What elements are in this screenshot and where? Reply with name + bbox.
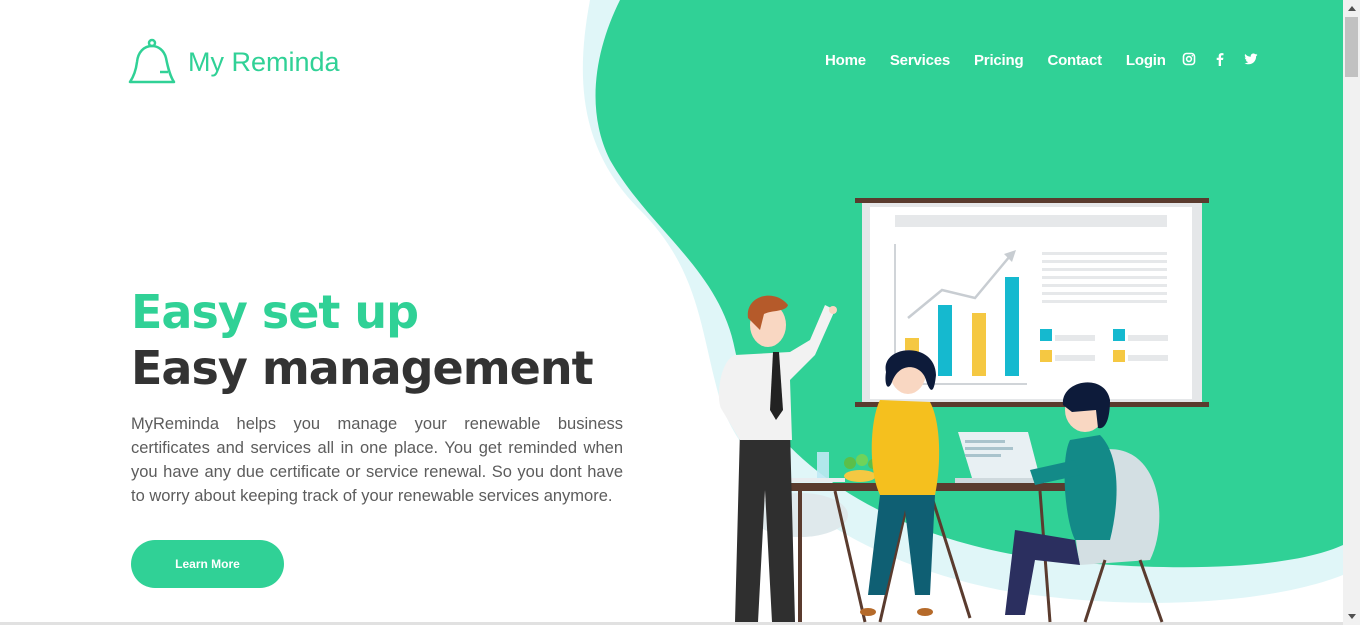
main-nav: Home Services Pricing Contact Login (825, 52, 1190, 69)
facebook-icon[interactable] (1213, 52, 1227, 66)
scroll-down-arrow-icon[interactable] (1343, 608, 1360, 625)
nav-services[interactable]: Services (890, 52, 950, 69)
landing-page: My Reminda Home Services Pricing Contact… (0, 0, 1360, 625)
hero-section: Easy set up Easy management MyReminda he… (131, 284, 623, 525)
social-links (1182, 52, 1275, 66)
brand-logo[interactable]: My Reminda (128, 38, 340, 86)
nav-contact[interactable]: Contact (1047, 52, 1102, 69)
nav-login[interactable]: Login (1126, 52, 1166, 69)
scroll-up-arrow-icon[interactable] (1343, 0, 1360, 17)
instagram-icon[interactable] (1182, 52, 1196, 66)
nav-home[interactable]: Home (825, 52, 866, 69)
headline-secondary: Easy management (131, 341, 594, 395)
vertical-scrollbar[interactable] (1343, 0, 1360, 625)
hero-description: MyReminda helps you manage your renewabl… (131, 415, 623, 505)
bell-icon (128, 38, 176, 84)
learn-more-button[interactable]: Learn More (131, 540, 284, 588)
brand-name: My Reminda (188, 46, 340, 77)
scrollbar-thumb[interactable] (1345, 17, 1358, 77)
nav-pricing[interactable]: Pricing (974, 52, 1024, 69)
headline-primary: Easy set up (131, 285, 419, 339)
twitter-icon[interactable] (1244, 52, 1258, 66)
